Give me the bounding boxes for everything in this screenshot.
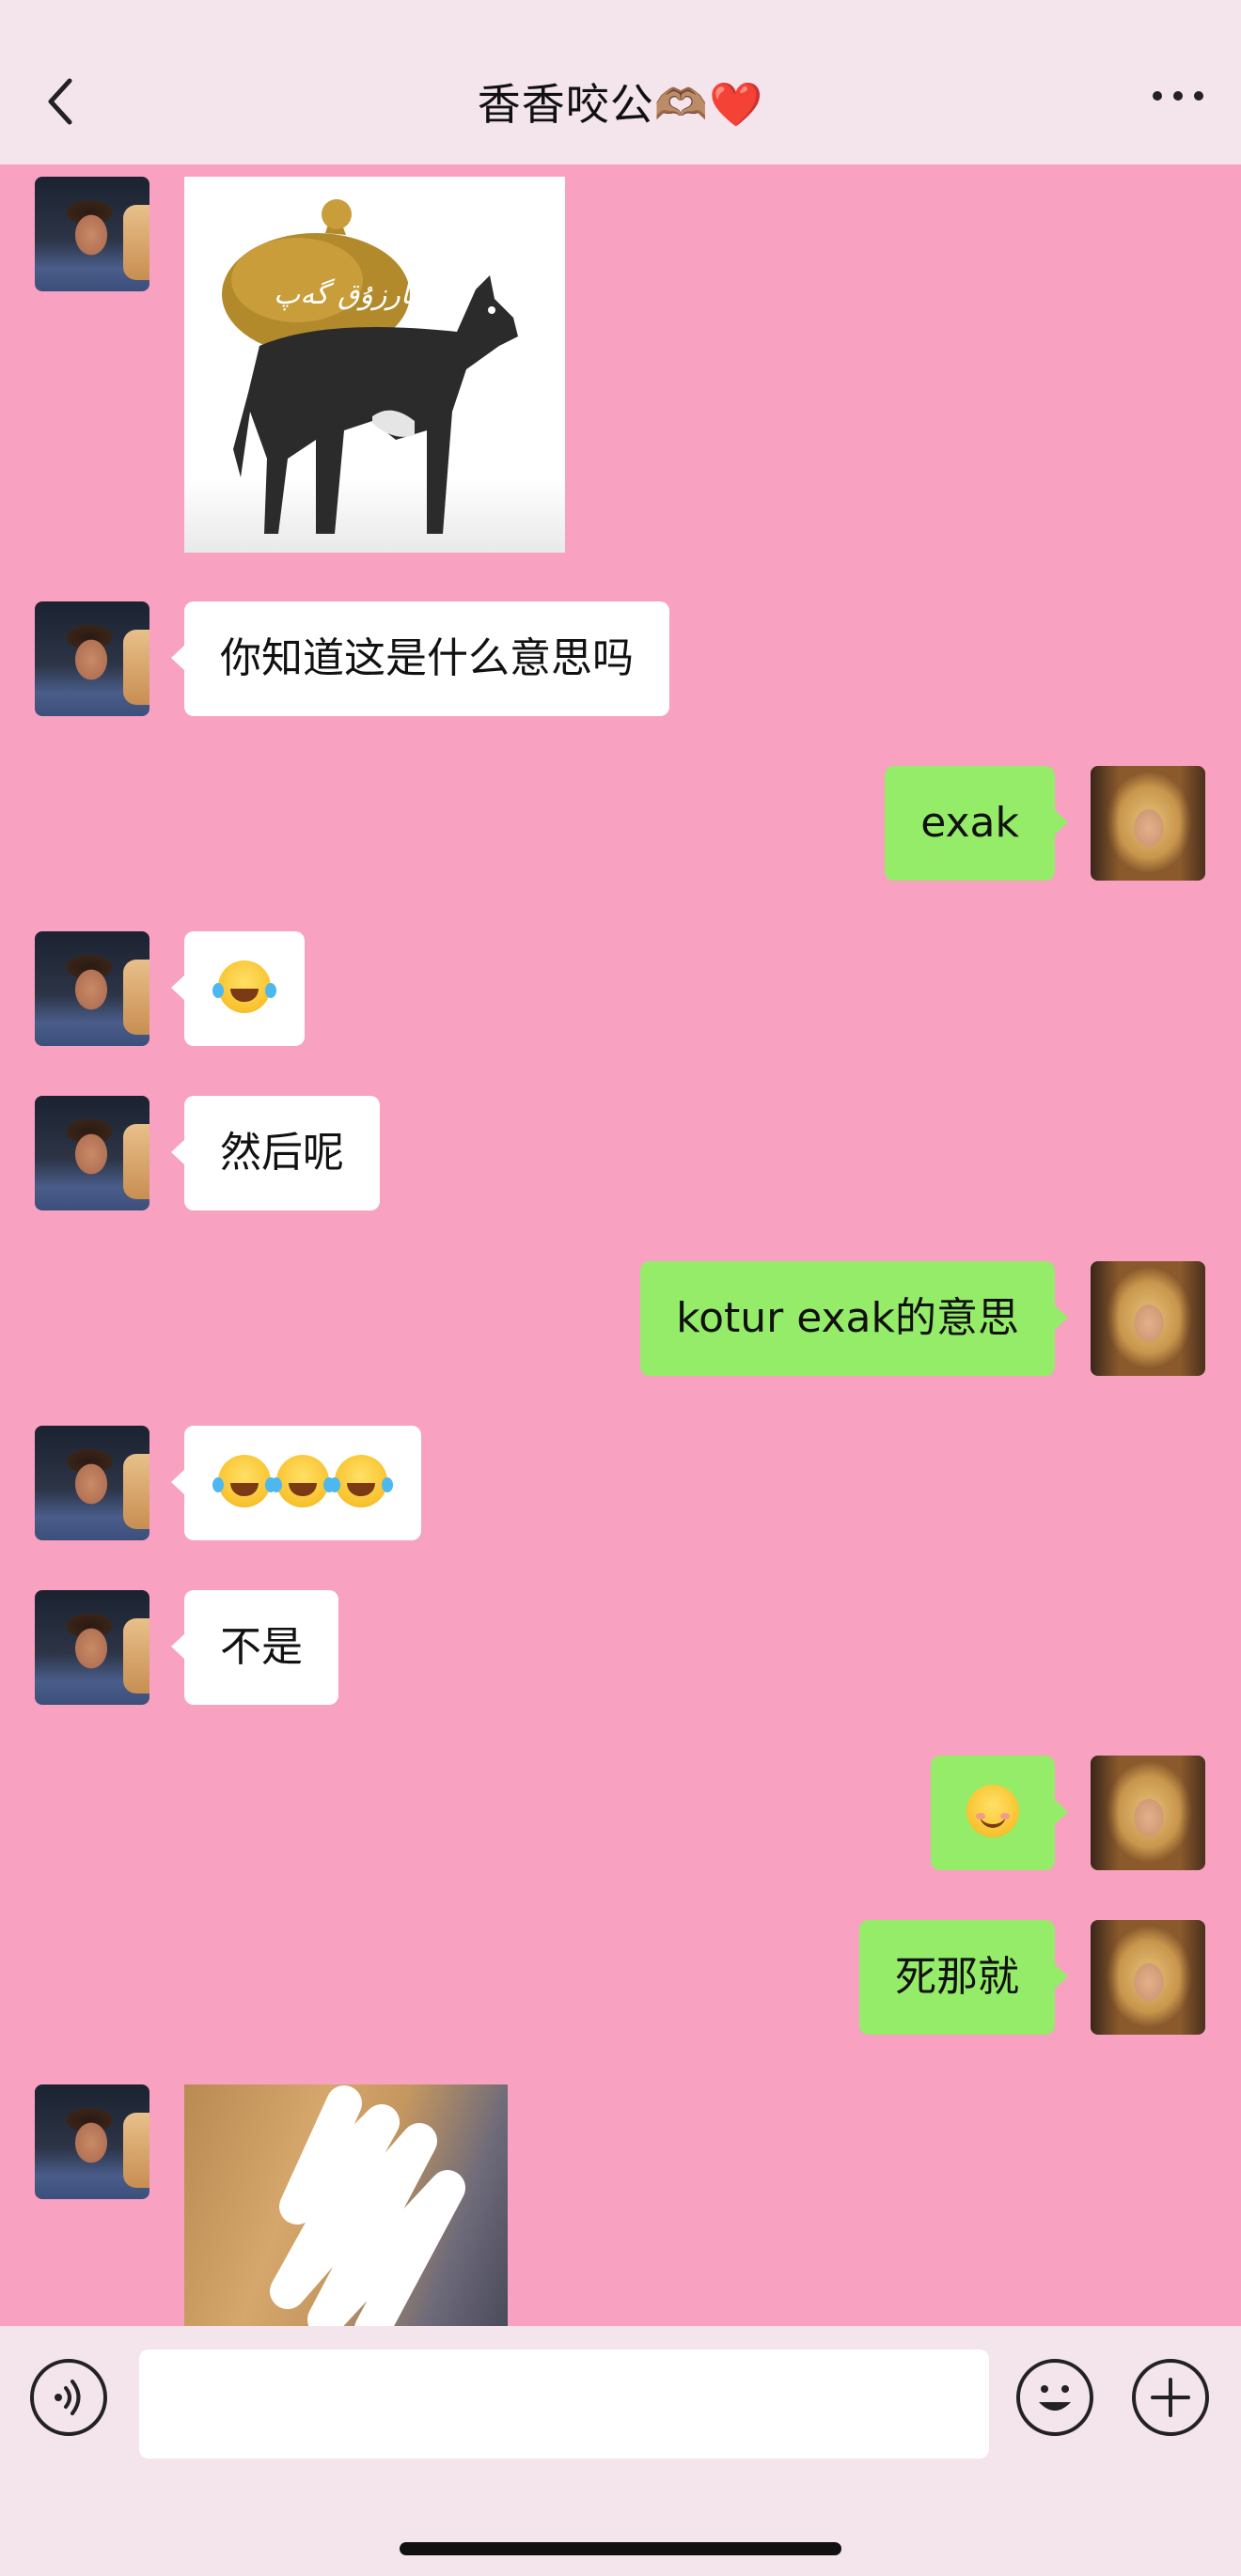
avatar[interactable] [1091,1756,1205,1870]
image-message-photo[interactable] [184,2084,508,2326]
scribble-overlay [270,2085,465,2326]
emoji-icon [1039,2385,1071,2411]
tears-of-joy-emoji [329,1455,387,1507]
message-input[interactable] [139,2350,989,2459]
received-message[interactable] [171,931,305,1046]
image-message-donkey[interactable]: ئارزۇق گەپ [184,177,565,553]
tears-of-joy-emoji [212,1455,271,1507]
chat-title: 香香咬公🫶🏽❤️ [477,79,764,130]
voice-icon [55,2380,81,2415]
avatar[interactable] [35,931,149,1046]
add-button[interactable] [1132,2359,1209,2436]
voice-button[interactable] [30,2359,107,2436]
avatar[interactable] [1091,1920,1205,2035]
sent-message[interactable]: 死那就 [859,1920,1068,2035]
more-button[interactable] [1147,86,1213,115]
received-message[interactable]: 不是 [171,1590,338,1705]
received-message[interactable] [171,1426,421,1540]
tears-of-joy-emoji [271,1455,329,1507]
sent-message[interactable]: exak [885,766,1068,881]
avatar[interactable] [35,177,149,291]
avatar[interactable] [35,1590,149,1705]
input-bar [0,2326,1241,2576]
avatar[interactable] [35,1426,149,1540]
avatar[interactable] [1091,1261,1205,1376]
sent-message[interactable]: kotur exak的意思 [640,1261,1068,1376]
sent-message[interactable] [931,1756,1068,1870]
chat-message-list[interactable]: ئارزۇق گەپ 你知道这是什么意思吗 exak 然后呢 kotur exa… [0,164,1241,2326]
crying-laughing-emoji [212,960,271,1013]
sack-caption: ئارزۇق گەپ [274,278,419,311]
emoji-button[interactable] [1016,2359,1093,2436]
avatar[interactable] [1091,766,1205,881]
received-message[interactable]: 然后呢 [171,1096,380,1210]
plus-icon [1151,2378,1190,2417]
received-message[interactable]: 你知道这是什么意思吗 [171,601,669,716]
avatar[interactable] [35,2084,149,2199]
chat-header: 香香咬公🫶🏽❤️ [0,0,1241,164]
home-indicator [400,2542,841,2555]
donkey-illustration: ئارزۇق گەپ [222,199,518,534]
avatar[interactable] [35,1096,149,1210]
ellipsis-icon [1153,91,1162,101]
smiling-emoji [966,1785,1019,1837]
avatar[interactable] [35,601,149,716]
